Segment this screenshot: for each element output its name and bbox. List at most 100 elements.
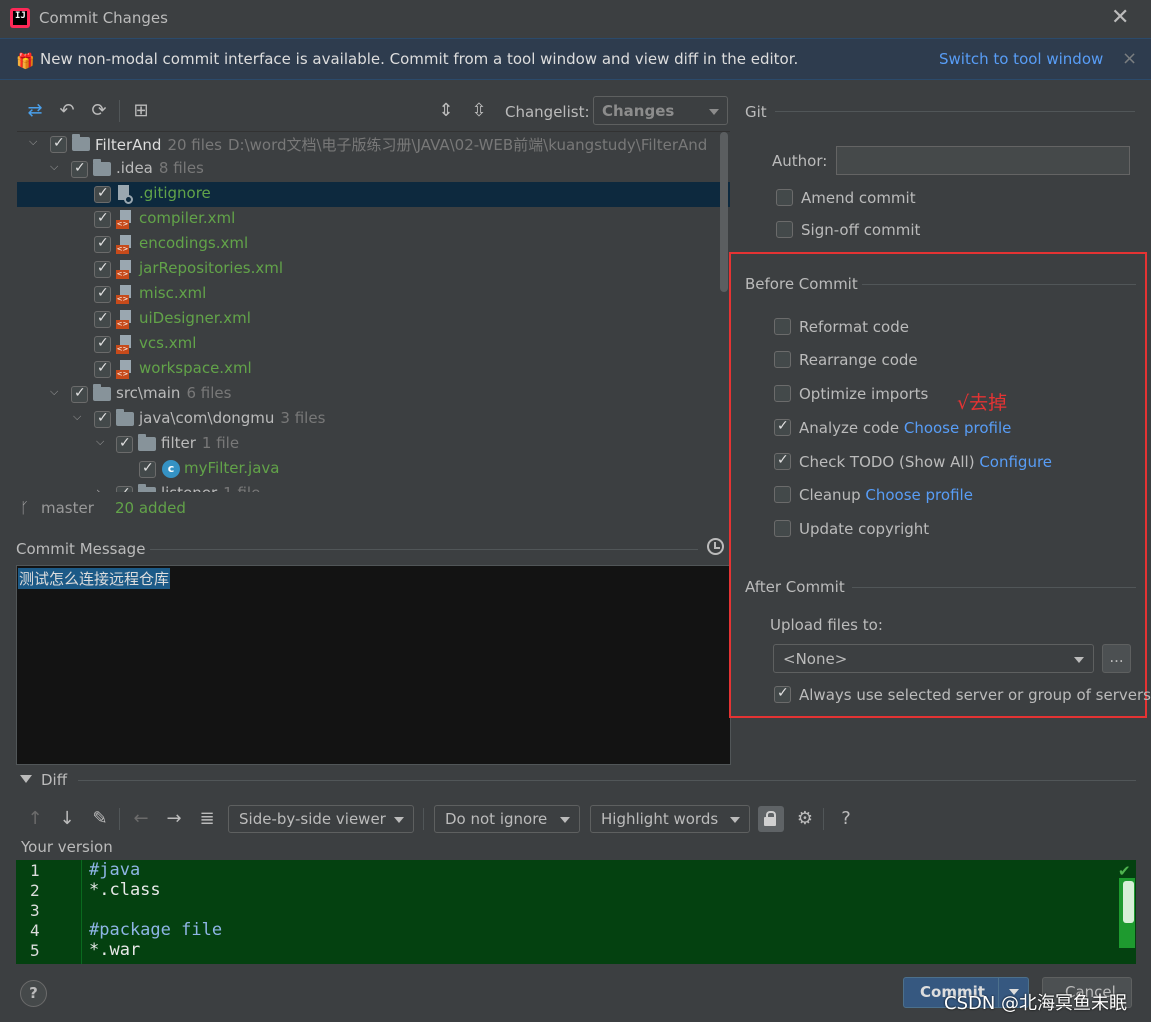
banner-close-icon[interactable]: ×	[1122, 48, 1137, 69]
tree-row[interactable]: ⌵ src\main6 files	[17, 382, 730, 407]
checkbox[interactable]	[139, 460, 156, 478]
next-file-icon[interactable]: →	[163, 808, 185, 830]
todo-configure-link[interactable]: Configure	[979, 453, 1052, 471]
checkbox[interactable]	[94, 360, 111, 378]
tree-row[interactable]: ⌵ FilterAnd20 filesD:\word文档\电子版练习册\JAVA…	[17, 132, 730, 157]
refresh-icon[interactable]: ⟳	[87, 99, 111, 123]
next-difference-icon[interactable]: ↓	[56, 808, 78, 830]
analyze-choose-profile-link[interactable]: Choose profile	[904, 419, 1012, 437]
browse-servers-button[interactable]: ...	[1102, 644, 1131, 673]
signoff-commit-checkbox[interactable]	[776, 221, 793, 238]
checkbox[interactable]	[50, 135, 67, 153]
tree-row[interactable]: <> compiler.xml	[17, 207, 730, 232]
file-list-icon[interactable]: ≣	[196, 808, 218, 830]
tree-row[interactable]: <> uiDesigner.xml	[17, 307, 730, 332]
update-copyright-label: Update copyright	[799, 520, 930, 538]
author-input[interactable]	[836, 146, 1130, 175]
always-use-server-label: Always use selected server or group of s…	[799, 686, 1151, 704]
notification-banner: 🎁 New non-modal commit interface is avai…	[0, 38, 1151, 80]
checkbox[interactable]	[116, 485, 133, 492]
tree-row[interactable]: <> vcs.xml	[17, 332, 730, 357]
divider	[150, 549, 698, 550]
group-by-icon[interactable]: ⊞	[129, 99, 153, 123]
changes-tree[interactable]: ⌵ FilterAnd20 filesD:\word文档\电子版练习册\JAVA…	[17, 131, 730, 492]
changelist-select[interactable]: Changes	[593, 96, 728, 125]
viewer-mode-select[interactable]: Side-by-side viewer	[228, 805, 414, 833]
analyze-code-label: Analyze code	[799, 419, 900, 437]
ignore-whitespace-select[interactable]: Do not ignore	[434, 805, 580, 833]
diff-section-title: Diff	[41, 771, 68, 789]
tree-row[interactable]: <> misc.xml	[17, 282, 730, 307]
edit-source-icon[interactable]: ✎	[89, 808, 111, 830]
checkbox[interactable]	[94, 235, 111, 253]
chevron-down-icon	[730, 817, 740, 823]
checkbox[interactable]	[116, 435, 133, 453]
tree-row[interactable]: <> encodings.xml	[17, 232, 730, 257]
lock-icon[interactable]	[758, 806, 784, 832]
expand-all-icon[interactable]: ⇕	[434, 99, 458, 123]
cleanup-checkbox[interactable]	[774, 486, 791, 503]
checkbox[interactable]	[94, 410, 111, 428]
tree-row[interactable]: .gitignore	[17, 182, 730, 207]
gitignore-file-icon	[116, 185, 134, 204]
previous-difference-icon[interactable]: ↑	[24, 808, 46, 830]
tree-row[interactable]: › listener1 file	[17, 482, 730, 492]
module-folder-icon	[72, 134, 90, 151]
check-todo-checkbox[interactable]	[774, 452, 791, 470]
window-title: Commit Changes	[39, 9, 168, 27]
title-bar: IJ Commit Changes ✕	[0, 0, 1151, 36]
diff-help-icon[interactable]: ?	[835, 808, 857, 830]
chevron-down-icon	[394, 817, 404, 823]
checkbox[interactable]	[71, 160, 88, 178]
checkbox[interactable]	[94, 185, 111, 203]
code-line: #java	[89, 860, 141, 880]
tree-row[interactable]: ⌵ java\com\dongmu3 files	[17, 407, 730, 432]
show-diff-icon[interactable]: ⇄	[23, 99, 47, 123]
amend-commit-checkbox[interactable]	[776, 189, 793, 206]
upload-server-select[interactable]: <None>	[773, 644, 1094, 673]
analyze-code-checkbox[interactable]	[774, 418, 791, 436]
line-number-gutter: 1 2 3 4 5	[16, 860, 82, 964]
tree-row[interactable]: <> workspace.xml	[17, 357, 730, 382]
checkbox[interactable]	[71, 385, 88, 403]
checkbox[interactable]	[94, 285, 111, 303]
rearrange-code-checkbox[interactable]	[774, 351, 791, 368]
diff-collapse-toggle[interactable]	[20, 775, 32, 783]
gear-icon[interactable]: ⚙	[794, 808, 816, 830]
previous-file-icon[interactable]: ←	[130, 808, 152, 830]
optimize-imports-checkbox[interactable]	[774, 385, 791, 402]
reformat-code-checkbox[interactable]	[774, 318, 791, 335]
always-use-server-checkbox[interactable]	[774, 685, 791, 703]
help-button[interactable]: ?	[20, 980, 47, 1007]
rollback-icon[interactable]: ↶	[55, 99, 79, 123]
commit-message-editor[interactable]: 测试怎么连接远程仓库	[16, 565, 731, 765]
update-copyright-checkbox[interactable]	[774, 520, 791, 537]
cleanup-choose-profile-link[interactable]: Choose profile	[865, 486, 973, 504]
xml-file-icon: <>	[116, 360, 134, 379]
close-icon[interactable]: ✕	[1111, 5, 1129, 30]
checkbox[interactable]	[94, 260, 111, 278]
tree-row[interactable]: c myFilter.java	[17, 457, 730, 482]
highlight-mode-select[interactable]: Highlight words	[590, 805, 750, 833]
cleanup-label: Cleanup	[799, 486, 861, 504]
tree-row[interactable]: ⌵ .idea8 files	[17, 157, 730, 182]
checkbox[interactable]	[94, 310, 111, 328]
switch-to-tool-window-link[interactable]: Switch to tool window	[939, 50, 1103, 68]
diff-scrollbar-thumb[interactable]	[1123, 881, 1134, 923]
folder-icon	[116, 409, 134, 426]
divider	[852, 587, 1136, 588]
folder-icon	[138, 434, 156, 451]
history-clock-icon[interactable]	[707, 538, 724, 555]
commit-message-label: Commit Message	[16, 540, 146, 558]
intellij-icon: IJ	[10, 8, 30, 28]
amend-commit-label: Amend commit	[801, 189, 916, 207]
tree-row[interactable]: <> jarRepositories.xml	[17, 257, 730, 282]
tree-scrollbar[interactable]	[720, 132, 728, 292]
tree-row[interactable]: ⌵ filter1 file	[17, 432, 730, 457]
branch-name[interactable]: master	[41, 499, 94, 517]
diff-code-editor[interactable]: 1 2 3 4 5 #java *.class #package file *.…	[16, 860, 1136, 964]
toolbar-separator	[119, 100, 120, 122]
checkbox[interactable]	[94, 210, 111, 228]
collapse-all-icon[interactable]: ⇳	[467, 99, 491, 123]
checkbox[interactable]	[94, 335, 111, 353]
